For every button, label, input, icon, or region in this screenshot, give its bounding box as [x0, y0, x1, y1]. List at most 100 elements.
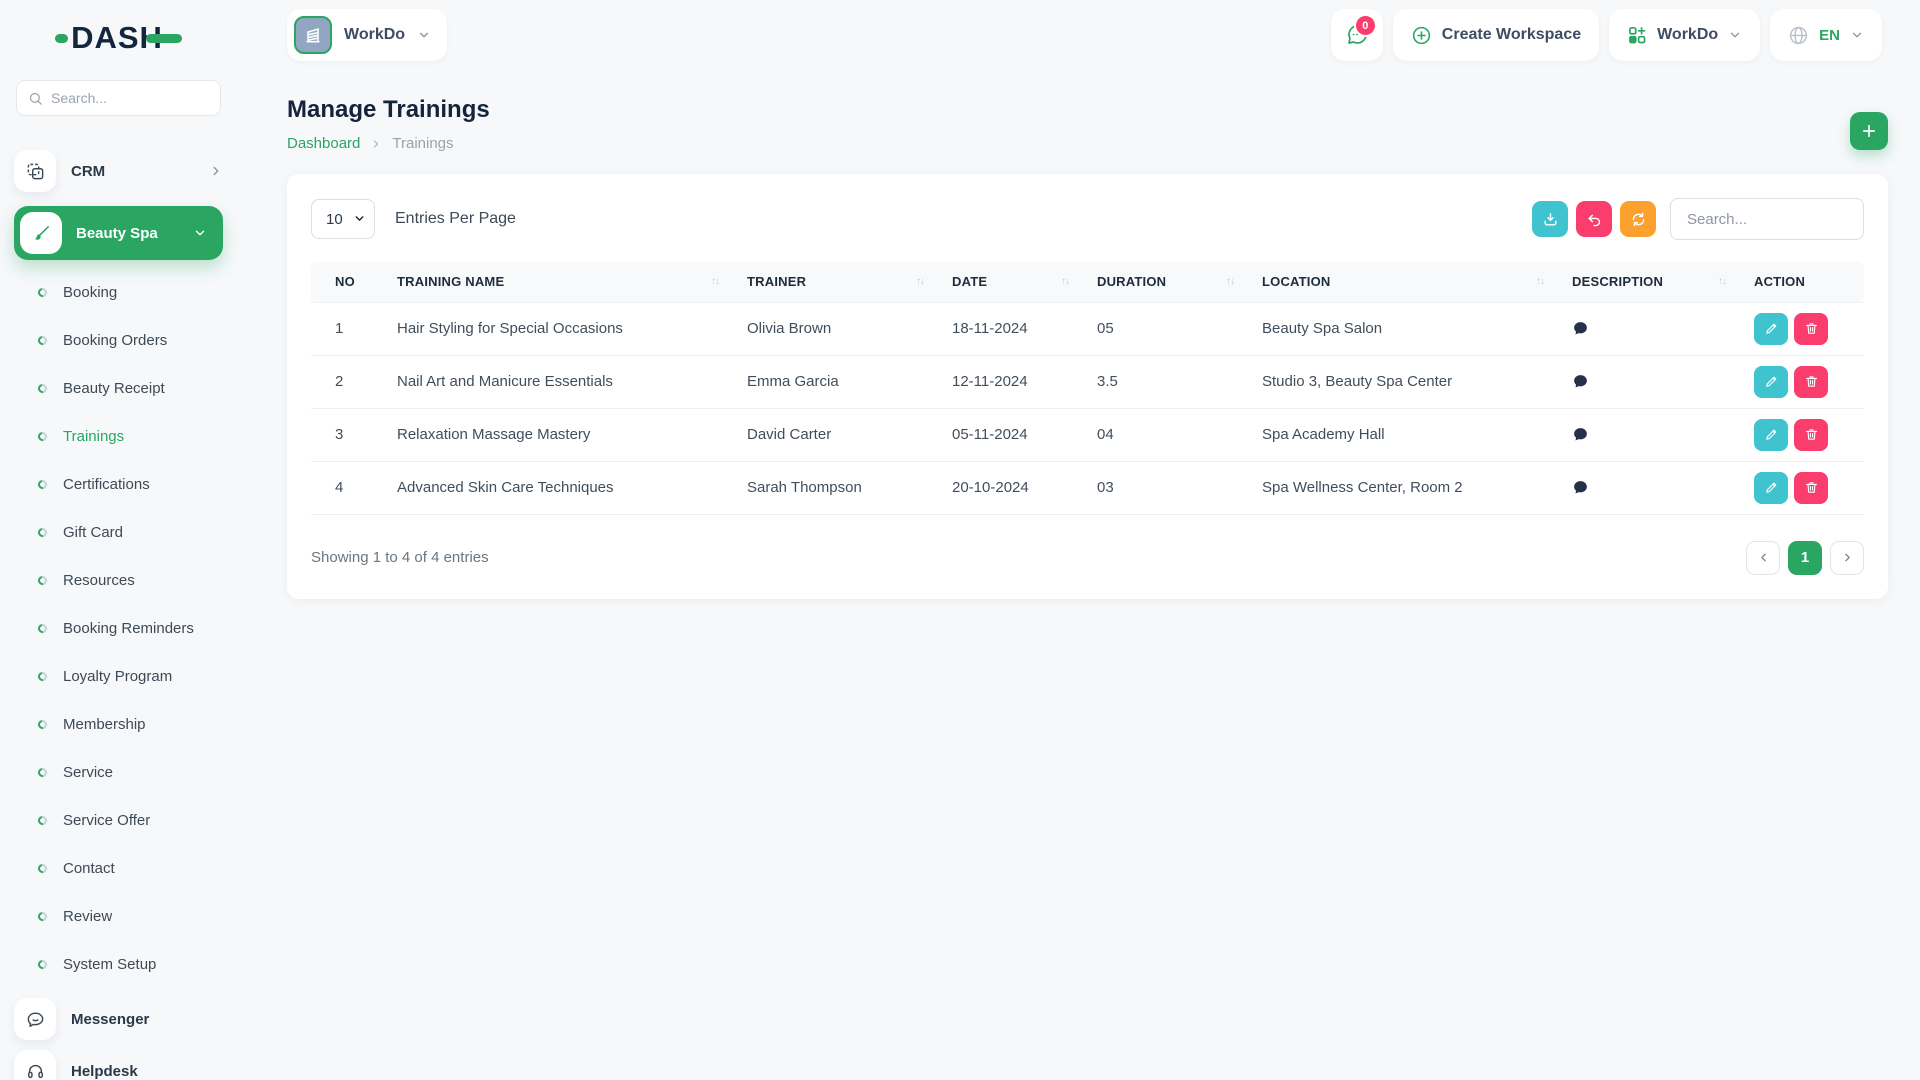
trash-icon	[1805, 429, 1817, 440]
cell-location: Spa Academy Hall	[1250, 407, 1560, 461]
bullet-icon	[36, 861, 49, 875]
main-area: WorkDo 0 Create Workspace WorkDo EN Mana…	[237, 0, 1920, 1080]
cell-duration: 3.5	[1085, 354, 1250, 408]
sidebar-item-membership[interactable]: Membership	[0, 700, 237, 748]
edit-button[interactable]	[1754, 312, 1788, 345]
chevron-left-icon	[1760, 553, 1766, 562]
column-action: ACTION	[1742, 262, 1864, 302]
chevron-right-icon	[209, 164, 223, 178]
column-duration[interactable]: DURATION ↑↓	[1085, 262, 1250, 302]
table-toolbar: 10 Entries Per Page	[311, 198, 1864, 240]
apps-label: WorkDo	[1657, 26, 1719, 43]
sidebar-item-label: Certifications	[63, 475, 150, 493]
table-header-row: NO TRAINING NAME ↑↓ TRAINER ↑↓ DATE ↑↓ DURA…	[311, 262, 1864, 302]
sidebar-item-label: Membership	[63, 715, 146, 733]
add-training-button[interactable]	[1850, 112, 1888, 150]
page-title: Manage Trainings	[287, 96, 490, 123]
notification-badge: 0	[1355, 16, 1375, 35]
sidebar-item-helpdesk[interactable]: Helpdesk	[14, 1050, 223, 1080]
trainings-card: 10 Entries Per Page Search... NO TRAININ…	[287, 174, 1888, 599]
building-icon	[294, 16, 332, 54]
table-search-input[interactable]	[1670, 198, 1864, 240]
sidebar-item-system-setup[interactable]: System Setup	[0, 940, 237, 988]
sidebar-item-booking-reminders[interactable]: Booking Reminders	[0, 604, 237, 652]
sidebar-item-booking[interactable]: Booking	[0, 268, 237, 316]
language-dropdown[interactable]: EN	[1770, 9, 1882, 61]
sidebar-nav: CRM Beauty Spa Booking Booking Orders Be…	[0, 150, 237, 988]
bullet-icon	[36, 813, 49, 827]
bullet-icon	[36, 573, 49, 587]
cell-action	[1742, 301, 1864, 355]
sidebar-item-crm[interactable]: CRM	[14, 150, 223, 192]
cell-description	[1560, 407, 1742, 461]
reset-button[interactable]	[1576, 201, 1612, 237]
column-no[interactable]: NO	[311, 262, 385, 302]
cell-no: 1	[311, 301, 385, 355]
description-bubble-icon[interactable]	[1572, 426, 1730, 443]
undo-icon	[1587, 214, 1600, 226]
description-bubble-icon[interactable]	[1572, 373, 1730, 390]
pagination-page-1-button[interactable]: 1	[1788, 540, 1822, 575]
sidebar-item-messenger[interactable]: Messenger	[14, 998, 223, 1040]
sidebar-item-contact[interactable]: Contact	[0, 844, 237, 892]
sidebar-item-trainings[interactable]: Trainings	[0, 412, 237, 460]
sidebar-item-certifications[interactable]: Certifications	[0, 460, 237, 508]
pagination-next-button[interactable]	[1830, 540, 1864, 575]
column-date[interactable]: DATE ↑↓	[940, 262, 1085, 302]
column-description[interactable]: DESCRIPTION ↑↓	[1560, 262, 1742, 302]
column-training-name[interactable]: TRAINING NAME ↑↓	[385, 262, 735, 302]
edit-button[interactable]	[1754, 418, 1788, 451]
sidebar-group-beauty-spa[interactable]: Beauty Spa	[14, 206, 223, 260]
sidebar-item-label: Booking Reminders	[63, 619, 194, 637]
cell-trainer: Sarah Thompson	[735, 460, 940, 515]
showing-entries-text: Showing 1 to 4 of 4 entries	[311, 549, 489, 566]
description-bubble-icon[interactable]	[1572, 479, 1730, 496]
sidebar-item-beauty-receipt[interactable]: Beauty Receipt	[0, 364, 237, 412]
table-row: 4 Advanced Skin Care Techniques Sarah Th…	[311, 460, 1864, 515]
cell-trainer: Olivia Brown	[735, 301, 940, 355]
language-label: EN	[1819, 26, 1840, 44]
sidebar-item-resources[interactable]: Resources	[0, 556, 237, 604]
cell-training-name: Nail Art and Manicure Essentials	[385, 354, 735, 408]
delete-button[interactable]	[1794, 312, 1828, 345]
circle-plus-icon	[1411, 25, 1432, 46]
delete-button[interactable]	[1794, 418, 1828, 451]
pencil-icon	[1765, 323, 1776, 334]
sort-icon: ↑↓	[1061, 276, 1070, 288]
sidebar-item-label: Beauty Receipt	[63, 379, 165, 397]
entries-per-page-select[interactable]: 10	[311, 199, 375, 239]
cell-location: Beauty Spa Salon	[1250, 301, 1560, 355]
cell-duration: 05	[1085, 301, 1250, 355]
apps-dropdown[interactable]: WorkDo	[1609, 9, 1761, 61]
sidebar-item-gift-card[interactable]: Gift Card	[0, 508, 237, 556]
pagination-prev-button[interactable]	[1746, 540, 1780, 575]
edit-button[interactable]	[1754, 365, 1788, 398]
delete-button[interactable]	[1794, 365, 1828, 398]
cell-training-name: Advanced Skin Care Techniques	[385, 460, 735, 515]
sidebar-item-loyalty-program[interactable]: Loyalty Program	[0, 652, 237, 700]
workspace-selector[interactable]: WorkDo	[287, 9, 448, 61]
plus-icon	[1862, 124, 1876, 138]
edit-button[interactable]	[1754, 471, 1788, 504]
messenger-label: Messenger	[71, 1010, 150, 1028]
table-body: 1 Hair Styling for Special Occasions Oli…	[311, 301, 1864, 515]
description-bubble-icon[interactable]	[1572, 320, 1730, 337]
notifications-button[interactable]: 0	[1330, 9, 1383, 61]
column-trainer[interactable]: TRAINER ↑↓	[735, 262, 940, 302]
app-logo[interactable]: DASH	[0, 16, 237, 60]
pencil-icon	[1765, 429, 1776, 440]
sidebar-item-booking-orders[interactable]: Booking Orders	[0, 316, 237, 364]
cell-description	[1560, 301, 1742, 355]
sidebar-item-service-offer[interactable]: Service Offer	[0, 796, 237, 844]
delete-button[interactable]	[1794, 471, 1828, 504]
export-button[interactable]	[1532, 201, 1568, 237]
sidebar-item-label: Resources	[63, 571, 135, 589]
create-workspace-button[interactable]: Create Workspace	[1392, 9, 1600, 61]
sidebar-item-review[interactable]: Review	[0, 892, 237, 940]
sidebar-search-input[interactable]	[51, 90, 209, 106]
breadcrumb-dashboard[interactable]: Dashboard	[287, 135, 360, 152]
refresh-button[interactable]	[1620, 201, 1656, 237]
cell-action	[1742, 460, 1864, 515]
column-location[interactable]: LOCATION ↑↓	[1250, 262, 1560, 302]
sidebar-item-service[interactable]: Service	[0, 748, 237, 796]
